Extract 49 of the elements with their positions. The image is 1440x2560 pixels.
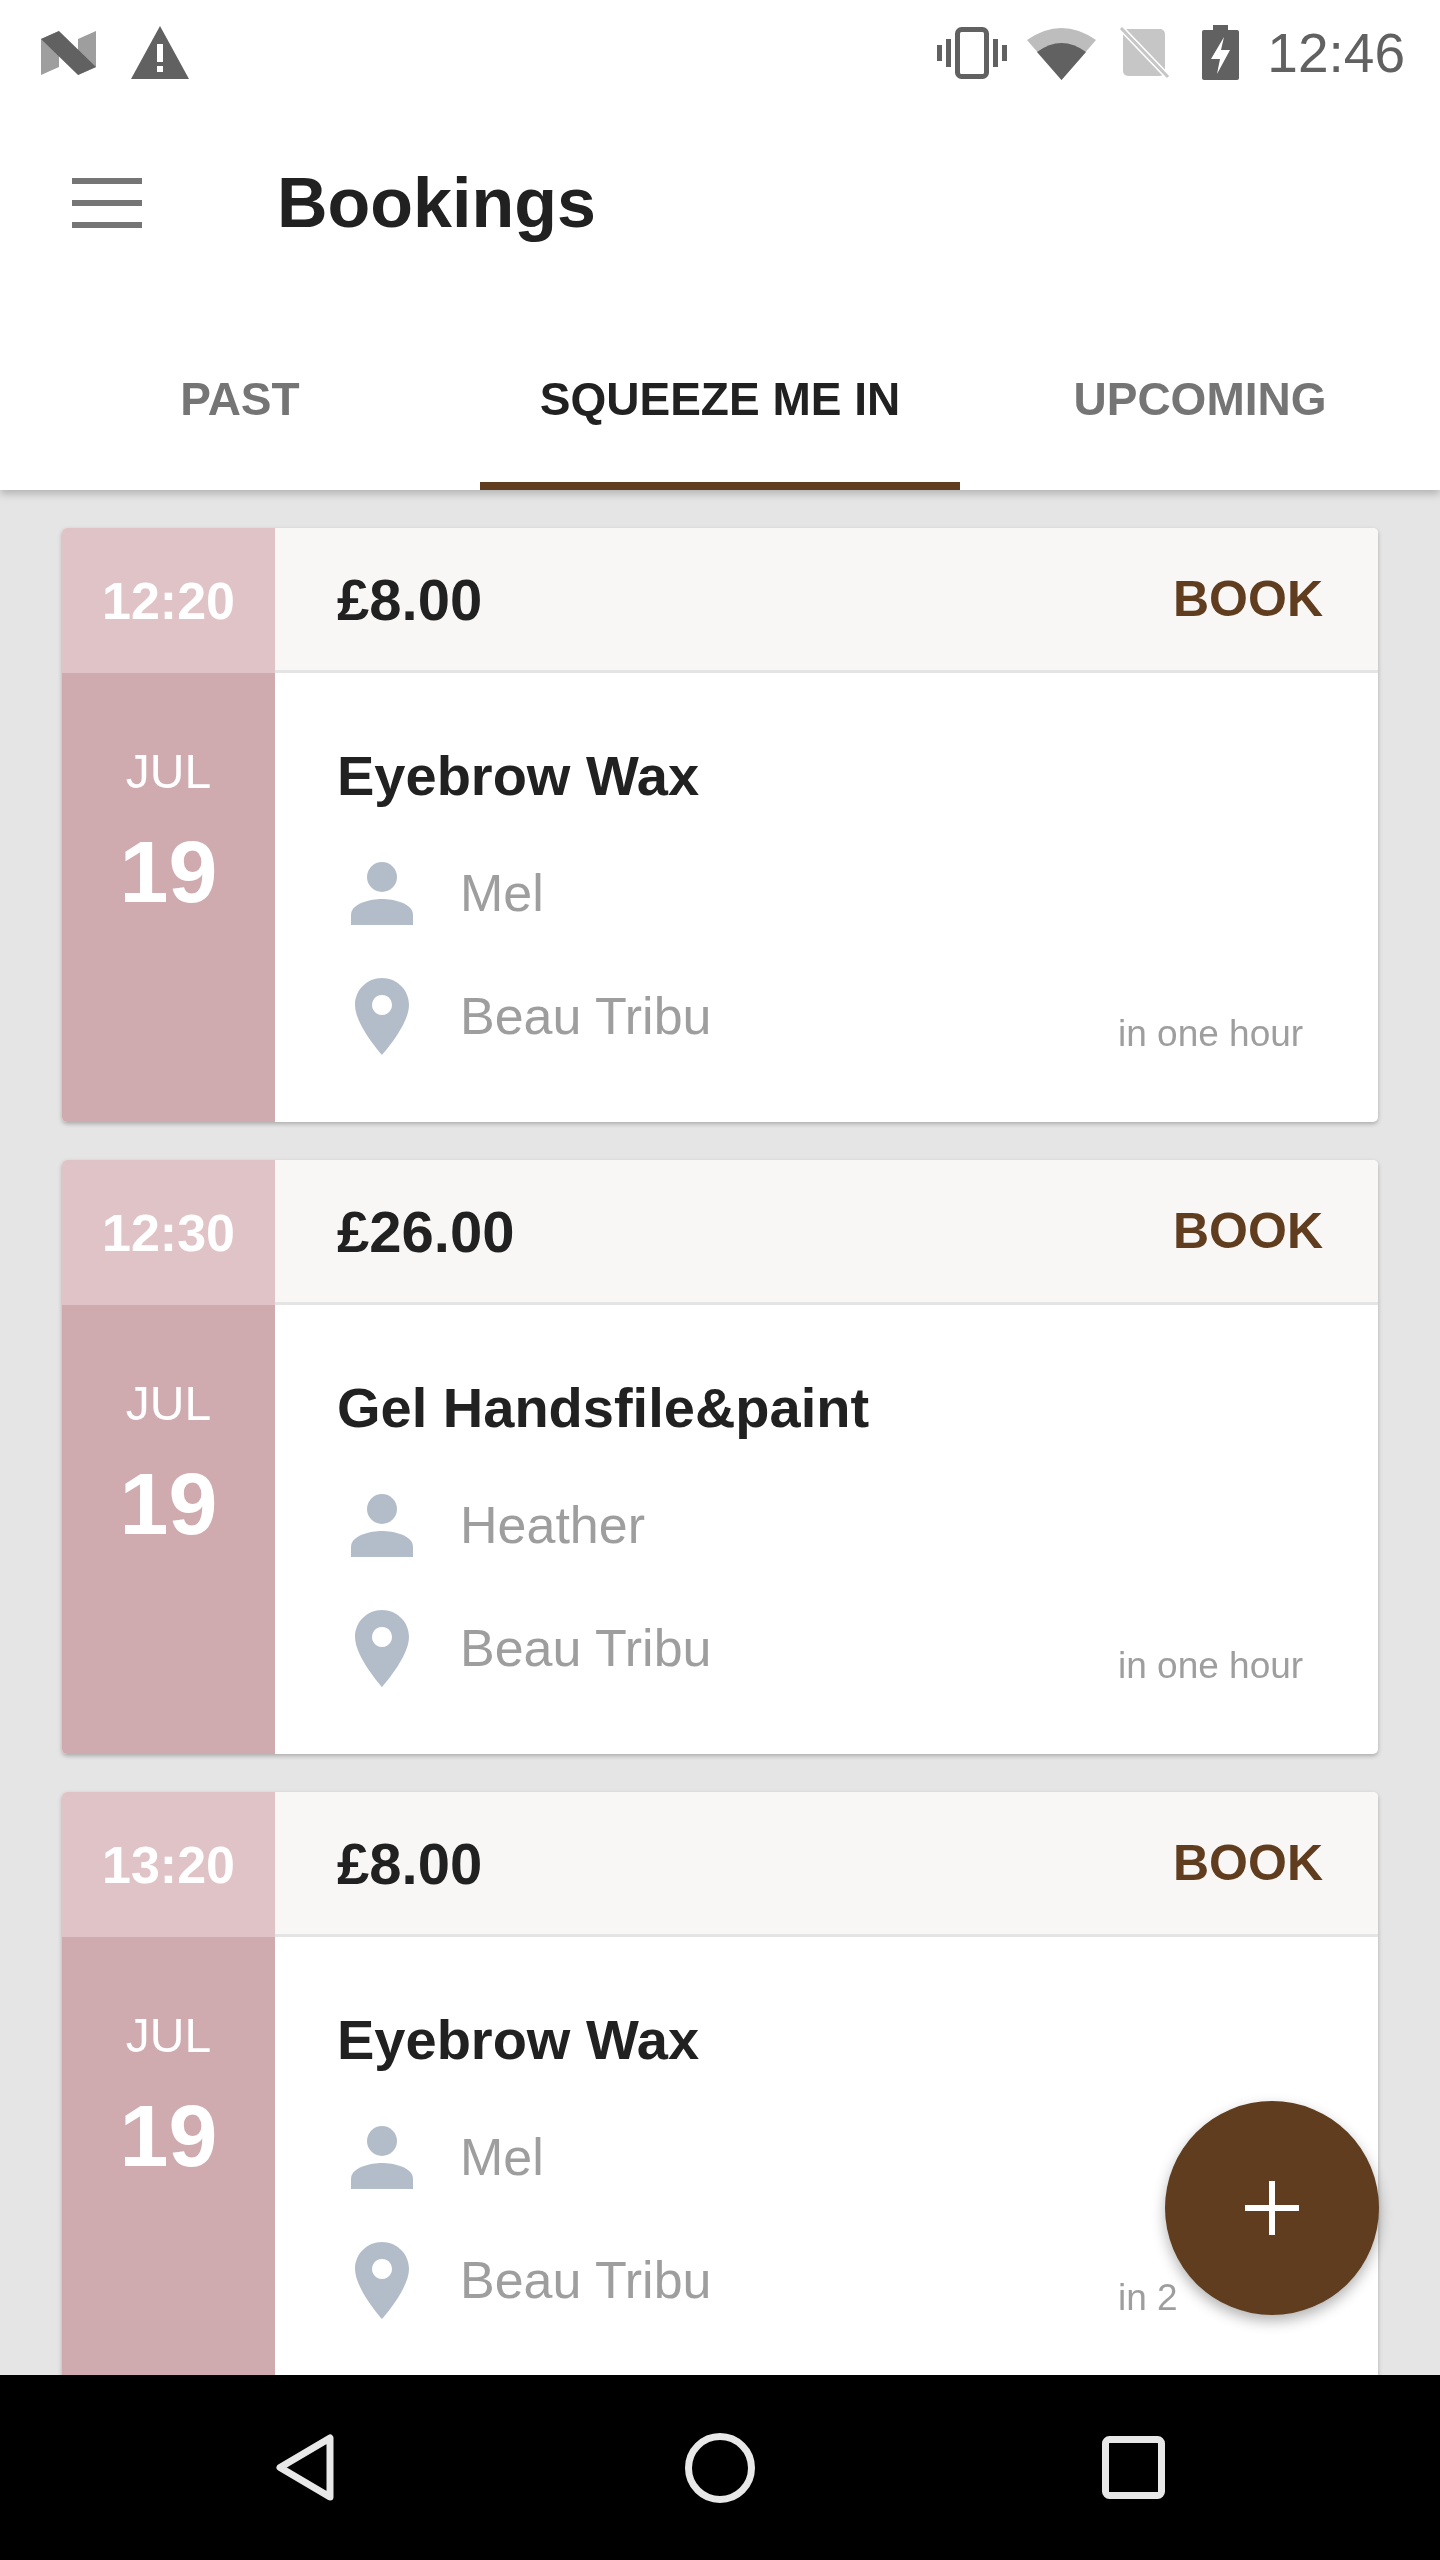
location-name: Beau Tribu bbox=[460, 1618, 712, 1678]
tab[interactable]: UPCOMING bbox=[960, 300, 1440, 490]
date-month: JUL bbox=[125, 744, 212, 800]
book-button[interactable]: BOOK bbox=[1173, 1202, 1323, 1260]
service-name: Eyebrow Wax bbox=[337, 2007, 700, 2073]
start-time: 12:20 bbox=[102, 570, 235, 631]
start-time: 12:30 bbox=[102, 1202, 235, 1263]
location-name: Beau Tribu bbox=[460, 986, 712, 1046]
vibrate-icon bbox=[937, 26, 1008, 79]
wifi-icon bbox=[1027, 25, 1097, 80]
start-time: 13:20 bbox=[102, 1834, 235, 1895]
staff-name: Heather bbox=[460, 1495, 645, 1555]
person-icon bbox=[351, 2125, 413, 2189]
back-icon[interactable] bbox=[275, 2434, 335, 2501]
home-icon[interactable] bbox=[685, 2432, 755, 2503]
n-logo-icon bbox=[41, 30, 96, 75]
price: £8.00 bbox=[337, 565, 483, 633]
book-button[interactable]: BOOK bbox=[1173, 1834, 1323, 1892]
service-name: Eyebrow Wax bbox=[337, 743, 700, 809]
tab[interactable]: PAST bbox=[0, 300, 480, 490]
staff-name: Mel bbox=[460, 2127, 544, 2187]
price: £8.00 bbox=[337, 1829, 483, 1897]
date-month: JUL bbox=[125, 2008, 212, 2064]
relative-time: in one hour bbox=[1118, 1012, 1304, 1056]
battery-charging-icon bbox=[1202, 25, 1240, 80]
warning-icon bbox=[131, 26, 189, 79]
status-time: 12:46 bbox=[1267, 20, 1405, 85]
date-day: 19 bbox=[119, 2086, 218, 2186]
relative-time: in 2 bbox=[1118, 2276, 1178, 2320]
price: £26.00 bbox=[337, 1197, 515, 1265]
person-icon bbox=[351, 1493, 413, 1557]
date-month: JUL bbox=[125, 1376, 212, 1432]
page-title: Bookings bbox=[277, 162, 596, 243]
location-name: Beau Tribu bbox=[460, 2250, 712, 2310]
date-day: 19 bbox=[119, 822, 218, 922]
tab[interactable]: SQUEEZE ME IN bbox=[480, 300, 960, 490]
plus-icon bbox=[1245, 2181, 1299, 2235]
location-pin-icon bbox=[355, 2241, 409, 2319]
recents-icon[interactable] bbox=[1102, 2436, 1165, 2499]
location-pin-icon bbox=[355, 977, 409, 1055]
relative-time: in one hour bbox=[1118, 1644, 1304, 1688]
location-pin-icon bbox=[355, 1609, 409, 1687]
no-sim-icon bbox=[1119, 26, 1171, 79]
service-name: Gel Handsfile&paint bbox=[337, 1375, 870, 1441]
staff-name: Mel bbox=[460, 863, 544, 923]
book-button[interactable]: BOOK bbox=[1173, 570, 1323, 628]
menu-icon[interactable] bbox=[72, 177, 142, 228]
person-icon bbox=[351, 861, 413, 925]
date-day: 19 bbox=[119, 1454, 218, 1554]
